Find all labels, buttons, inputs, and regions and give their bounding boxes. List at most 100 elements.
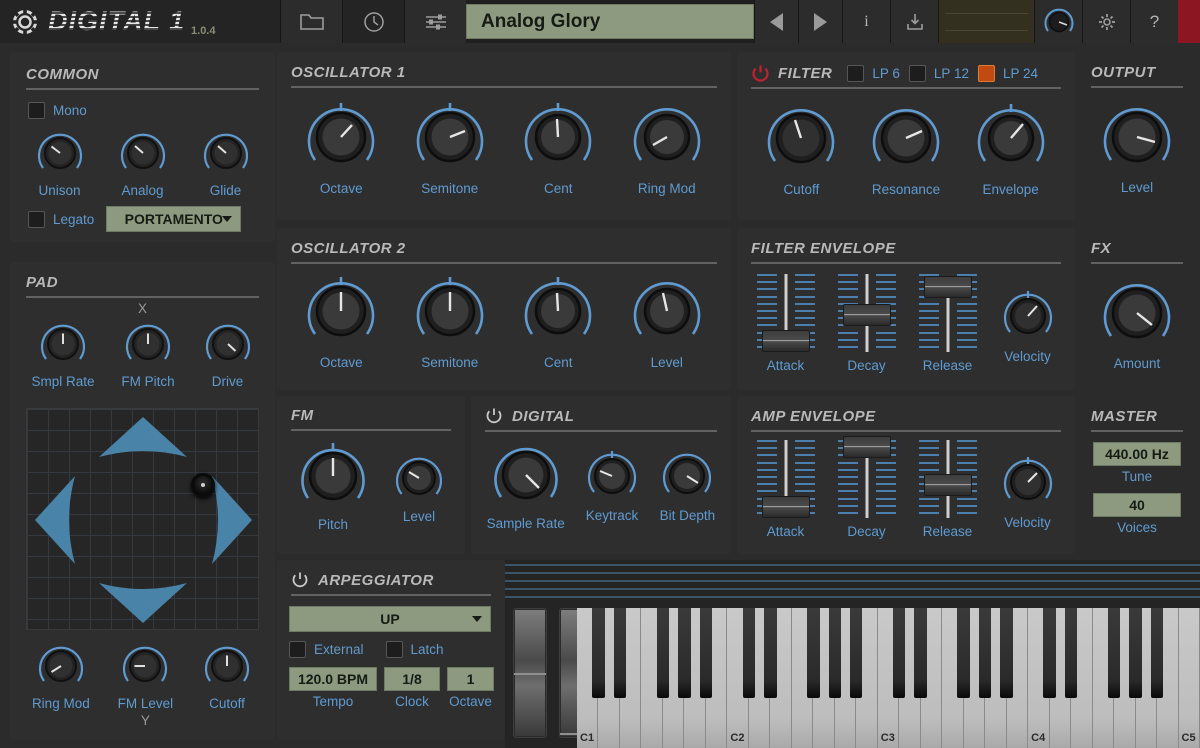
info-button[interactable]: i (842, 0, 890, 43)
knob-dial[interactable] (411, 98, 489, 176)
aenv-attack-slider[interactable]: Attack (757, 440, 815, 539)
latch-checkbox[interactable] (386, 641, 403, 658)
knob-dial[interactable] (392, 451, 446, 505)
black-key[interactable] (914, 608, 926, 698)
bit-depth-knob[interactable]: Bit Depth (659, 448, 715, 523)
smpl-rate-knob[interactable]: Smpl Rate (31, 318, 94, 389)
black-key[interactable] (979, 608, 991, 698)
master-tune-field[interactable]: 440.00 Hz (1093, 442, 1181, 466)
master-volume-knob[interactable] (1034, 0, 1082, 43)
knob-dial[interactable] (37, 318, 89, 370)
fenv-velocity-knob[interactable]: Velocity (1000, 288, 1056, 364)
knob-dial[interactable] (1000, 454, 1056, 510)
portamento-dropdown[interactable]: PORTAMENTO (106, 206, 241, 232)
black-key[interactable] (893, 608, 905, 698)
osc1-cent-knob[interactable]: Cent (519, 98, 597, 196)
keytrack-knob[interactable]: Keytrack (584, 448, 640, 523)
fx-amount-knob[interactable]: Amount (1081, 274, 1193, 371)
slider-handle[interactable] (924, 276, 972, 298)
lp12-checkbox[interactable] (909, 65, 926, 82)
filter-resonance-knob[interactable]: Resonance (867, 99, 945, 197)
pitch-bend-wheel[interactable] (513, 608, 547, 738)
filter-envelope-knob[interactable]: Envelope (972, 99, 1050, 197)
lp24-checkbox[interactable] (978, 65, 995, 82)
digital-power-icon[interactable] (485, 407, 503, 425)
arp-mode-dropdown[interactable]: UP (289, 606, 491, 632)
osc2-level-knob[interactable]: Level (628, 272, 706, 370)
knob-dial[interactable] (119, 640, 171, 692)
black-key[interactable] (1043, 608, 1055, 698)
fm-level-knob-main[interactable]: Level (392, 451, 446, 524)
mono-checkbox[interactable] (28, 102, 45, 119)
knob-dial[interactable] (201, 640, 253, 692)
preferences-button[interactable] (1082, 0, 1130, 43)
black-key[interactable] (657, 608, 669, 698)
knob-dial[interactable] (122, 318, 174, 370)
knob-dial[interactable] (1098, 274, 1176, 352)
black-key[interactable] (700, 608, 712, 698)
fenv-decay-slider[interactable]: Decay (838, 274, 896, 373)
xy-pad-puck[interactable] (191, 473, 215, 497)
knob-dial[interactable] (972, 99, 1050, 177)
filter-mode-lp12[interactable]: LP 12 (909, 65, 969, 82)
knob-dial[interactable] (519, 272, 597, 350)
black-key[interactable] (1129, 608, 1141, 698)
glide-knob[interactable]: Glide (200, 127, 252, 198)
slider-track[interactable] (757, 274, 815, 352)
knob-dial[interactable] (867, 99, 945, 177)
aenv-decay-slider[interactable]: Decay (838, 440, 896, 539)
black-key[interactable] (957, 608, 969, 698)
sample-rate-knob[interactable]: Sample Rate (487, 438, 565, 531)
analog-knob[interactable]: Analog (117, 127, 169, 198)
fm-pitch-knob[interactable]: FM Pitch (121, 318, 174, 389)
unison-knob[interactable]: Unison (34, 127, 86, 198)
black-key[interactable] (1151, 608, 1163, 698)
slider-track[interactable] (838, 440, 896, 518)
cutoff-pad-knob[interactable]: Cutoff (201, 640, 253, 728)
black-key[interactable] (807, 608, 819, 698)
mono-toggle[interactable]: Mono (10, 90, 275, 119)
knob-dial[interactable] (628, 98, 706, 176)
knob-dial[interactable] (628, 272, 706, 350)
fenv-release-slider[interactable]: Release (919, 274, 977, 373)
black-key[interactable] (614, 608, 626, 698)
black-key[interactable] (1065, 608, 1077, 698)
arp-tempo-field[interactable]: 120.0 BPM (289, 667, 377, 691)
knob-dial[interactable] (411, 272, 489, 350)
fm-level-pad-knob[interactable]: FM Level Y (118, 640, 174, 728)
black-key[interactable] (678, 608, 690, 698)
arp-octave-field[interactable]: 1 (447, 667, 494, 691)
slider-handle[interactable] (924, 474, 972, 496)
history-button[interactable] (342, 0, 404, 43)
knob-dial[interactable] (202, 318, 254, 370)
black-key[interactable] (1000, 608, 1012, 698)
arp-clock-field[interactable]: 1/8 (384, 667, 440, 691)
lp6-checkbox[interactable] (847, 65, 864, 82)
black-key[interactable] (592, 608, 604, 698)
knob-dial[interactable] (296, 439, 370, 513)
external-checkbox[interactable] (289, 641, 306, 658)
osc2-octave-knob[interactable]: Octave (302, 272, 380, 370)
slider-track[interactable] (919, 274, 977, 352)
osc2-semitone-knob[interactable]: Semitone (411, 272, 489, 370)
slider-track[interactable] (757, 440, 815, 518)
knob-dial[interactable] (302, 272, 380, 350)
knob-dial[interactable] (302, 98, 380, 176)
knob-dial[interactable] (1098, 98, 1176, 176)
slider-handle[interactable] (843, 436, 891, 458)
save-preset-button[interactable] (890, 0, 938, 43)
knob-dial[interactable] (584, 448, 640, 504)
master-voices-field[interactable]: 40 (1093, 493, 1181, 517)
filter-cutoff-knob[interactable]: Cutoff (762, 99, 840, 197)
filter-mode-lp6[interactable]: LP 6 (847, 65, 900, 82)
piano-keyboard[interactable]: C1C2C3C4C5 (577, 608, 1200, 748)
osc2-cent-knob[interactable]: Cent (519, 272, 597, 370)
black-key[interactable] (850, 608, 862, 698)
arp-external-toggle[interactable]: External (289, 641, 364, 658)
aenv-velocity-knob[interactable]: Velocity (1000, 454, 1056, 530)
black-key[interactable] (743, 608, 755, 698)
next-preset-button[interactable] (798, 0, 842, 43)
knob-dial[interactable] (35, 640, 87, 692)
slider-track[interactable] (838, 274, 896, 352)
prev-preset-button[interactable] (754, 0, 798, 43)
